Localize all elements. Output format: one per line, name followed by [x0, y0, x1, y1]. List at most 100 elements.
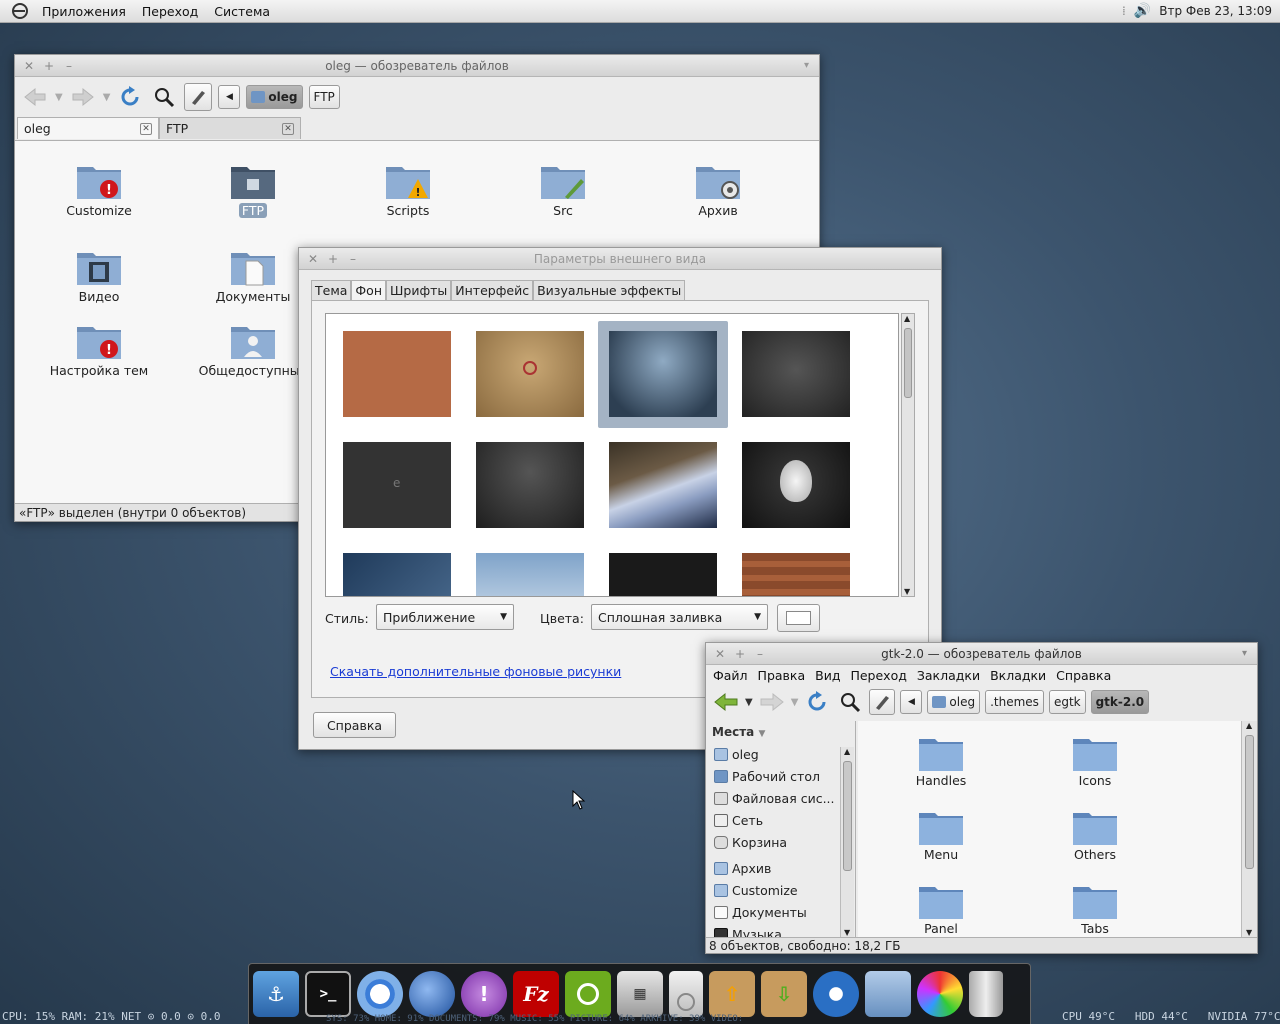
tab-theme[interactable]: Тема	[311, 280, 352, 300]
vertical-scrollbar[interactable]: ▲ ▼	[901, 313, 915, 597]
pidgin-icon[interactable]: !	[461, 971, 507, 1017]
anchor-icon[interactable]: ⚓	[253, 971, 299, 1017]
window-menu-icon[interactable]: ▾	[1242, 648, 1247, 659]
wallpaper-thumb[interactable]	[609, 331, 717, 417]
wallpaper-thumb[interactable]	[476, 442, 584, 528]
maximize-icon[interactable]: +	[43, 59, 55, 73]
upload-box-icon[interactable]: ⇧	[709, 971, 755, 1017]
menu-help[interactable]: Справка	[1051, 668, 1116, 683]
folder-item[interactable]: ! Scripts	[353, 161, 463, 218]
maximize-icon[interactable]: +	[327, 252, 339, 266]
crumb-prev-icon[interactable]: ◀	[900, 690, 923, 714]
sidebar-item-documents[interactable]: Документы	[714, 901, 855, 923]
help-button[interactable]: Справка	[313, 712, 396, 738]
folder-item[interactable]: Видео	[44, 247, 154, 304]
forward-history-icon[interactable]: ▼	[791, 697, 799, 708]
wallpaper-grid[interactable]: e	[325, 313, 899, 597]
wallpaper-thumb[interactable]: e	[343, 442, 451, 528]
tab-visual-effects[interactable]: Визуальные эффекты	[533, 280, 686, 300]
close-icon[interactable]: ✕	[23, 59, 35, 73]
download-box-icon[interactable]: ⇩	[761, 971, 807, 1017]
wallpaper-thumb[interactable]	[343, 331, 451, 417]
edit-path-icon[interactable]	[184, 83, 213, 111]
places-header[interactable]: Места ▼	[706, 721, 855, 743]
terminal-icon[interactable]: >_	[305, 971, 351, 1017]
menu-tabs[interactable]: Вкладки	[985, 668, 1051, 683]
scrollbar-thumb[interactable]	[904, 328, 912, 398]
tab-interface[interactable]: Интерфейс	[451, 280, 534, 300]
chromium-icon[interactable]	[357, 971, 403, 1017]
menu-file[interactable]: Файл	[708, 668, 753, 683]
title-bar[interactable]: ✕ + – Параметры внешнего вида	[299, 248, 941, 270]
wallpaper-thumb[interactable]	[742, 331, 850, 417]
folder-item[interactable]: Icons	[1045, 733, 1145, 788]
sidebar-item-oleg[interactable]: oleg	[714, 743, 855, 765]
folder-item[interactable]: Tabs	[1045, 881, 1145, 936]
reload-icon[interactable]	[116, 83, 144, 111]
search-icon[interactable]	[836, 688, 864, 716]
trash-icon[interactable]	[969, 971, 1003, 1017]
menu-edit[interactable]: Правка	[753, 668, 811, 683]
menu-places[interactable]: Переход	[134, 4, 206, 19]
volume-icon[interactable]: 🔊	[1134, 3, 1151, 19]
menu-go[interactable]: Переход	[845, 668, 911, 683]
breadcrumb-oleg[interactable]: oleg	[246, 85, 303, 109]
breadcrumb-oleg[interactable]: oleg	[927, 690, 981, 714]
icon-view[interactable]: Handles Icons Menu Others Panel Tabs	[858, 721, 1241, 937]
scroll-up-icon[interactable]: ▲	[904, 314, 910, 323]
menu-applications[interactable]: Приложения	[34, 4, 134, 19]
sidebar-item-filesystem[interactable]: Файловая сис...	[714, 787, 855, 809]
folder-item[interactable]: Документы	[198, 247, 308, 304]
content-scrollbar[interactable]: ▲ ▼	[1241, 721, 1257, 937]
color-picker-button[interactable]	[777, 604, 820, 632]
calculator-icon[interactable]: ▦	[617, 971, 663, 1017]
folder-item[interactable]: FTP	[198, 161, 308, 218]
wallpaper-thumb[interactable]	[742, 442, 850, 528]
search-icon[interactable]	[150, 83, 178, 111]
minimize-icon[interactable]: –	[63, 59, 75, 73]
download-backgrounds-link[interactable]: Скачать дополнительные фоновые рисунки	[330, 664, 621, 679]
sidebar-scrollbar[interactable]: ▲ ▼	[840, 747, 854, 937]
scroll-up-icon[interactable]: ▲	[1246, 721, 1252, 730]
tab-ftp[interactable]: FTP ✕	[159, 117, 301, 139]
folder-item[interactable]: ! Customize	[44, 161, 154, 218]
folder-icon[interactable]	[865, 971, 911, 1017]
colors-dropdown[interactable]: Сплошная заливка ▼	[591, 604, 768, 630]
style-dropdown[interactable]: Приближение ▼	[376, 604, 514, 630]
folder-item[interactable]: Общедоступные	[198, 321, 308, 378]
menu-bookmarks[interactable]: Закладки	[912, 668, 985, 683]
scroll-down-icon[interactable]: ▼	[844, 928, 850, 937]
paint-icon[interactable]	[917, 971, 963, 1017]
folder-item[interactable]: ! Настройка тем	[44, 321, 154, 378]
minimize-icon[interactable]: –	[754, 647, 766, 661]
wallpaper-thumb[interactable]	[476, 553, 584, 596]
scroll-down-icon[interactable]: ▼	[904, 587, 910, 596]
tab-fonts[interactable]: Шрифты	[386, 280, 452, 300]
tab-background[interactable]: Фон	[351, 280, 387, 300]
breadcrumb-themes[interactable]: .themes	[985, 690, 1044, 714]
clock[interactable]: Втр Фев 23, 13:09	[1159, 4, 1272, 18]
wallpaper-thumb[interactable]	[609, 553, 717, 596]
minimize-icon[interactable]: –	[347, 252, 359, 266]
folder-item[interactable]: Menu	[891, 807, 991, 862]
folder-item[interactable]: Handles	[891, 733, 991, 788]
filezilla-icon[interactable]: Fz	[513, 971, 559, 1017]
sidebar-item-trash[interactable]: Корзина	[714, 831, 855, 853]
breadcrumb-gtk-2-0[interactable]: gtk-2.0	[1090, 690, 1150, 714]
back-history-icon[interactable]: ▼	[55, 92, 63, 103]
edit-path-icon[interactable]	[869, 689, 896, 715]
wallpaper-thumb[interactable]	[343, 553, 451, 596]
back-history-icon[interactable]: ▼	[745, 697, 753, 708]
close-icon[interactable]: ✕	[714, 647, 726, 661]
wallpaper-thumb[interactable]	[476, 331, 584, 417]
close-tab-icon[interactable]: ✕	[282, 122, 294, 135]
window-menu-icon[interactable]: ▾	[804, 60, 809, 71]
music-player-icon[interactable]	[813, 971, 859, 1017]
scrollbar-thumb[interactable]	[1245, 735, 1254, 869]
folder-item[interactable]: Panel	[891, 881, 991, 936]
menu-view[interactable]: Вид	[810, 668, 845, 683]
tab-oleg[interactable]: oleg ✕	[17, 117, 159, 139]
distro-logo-icon[interactable]	[10, 1, 30, 21]
forward-history-icon[interactable]: ▼	[103, 92, 111, 103]
folder-item[interactable]: Src	[508, 161, 618, 218]
